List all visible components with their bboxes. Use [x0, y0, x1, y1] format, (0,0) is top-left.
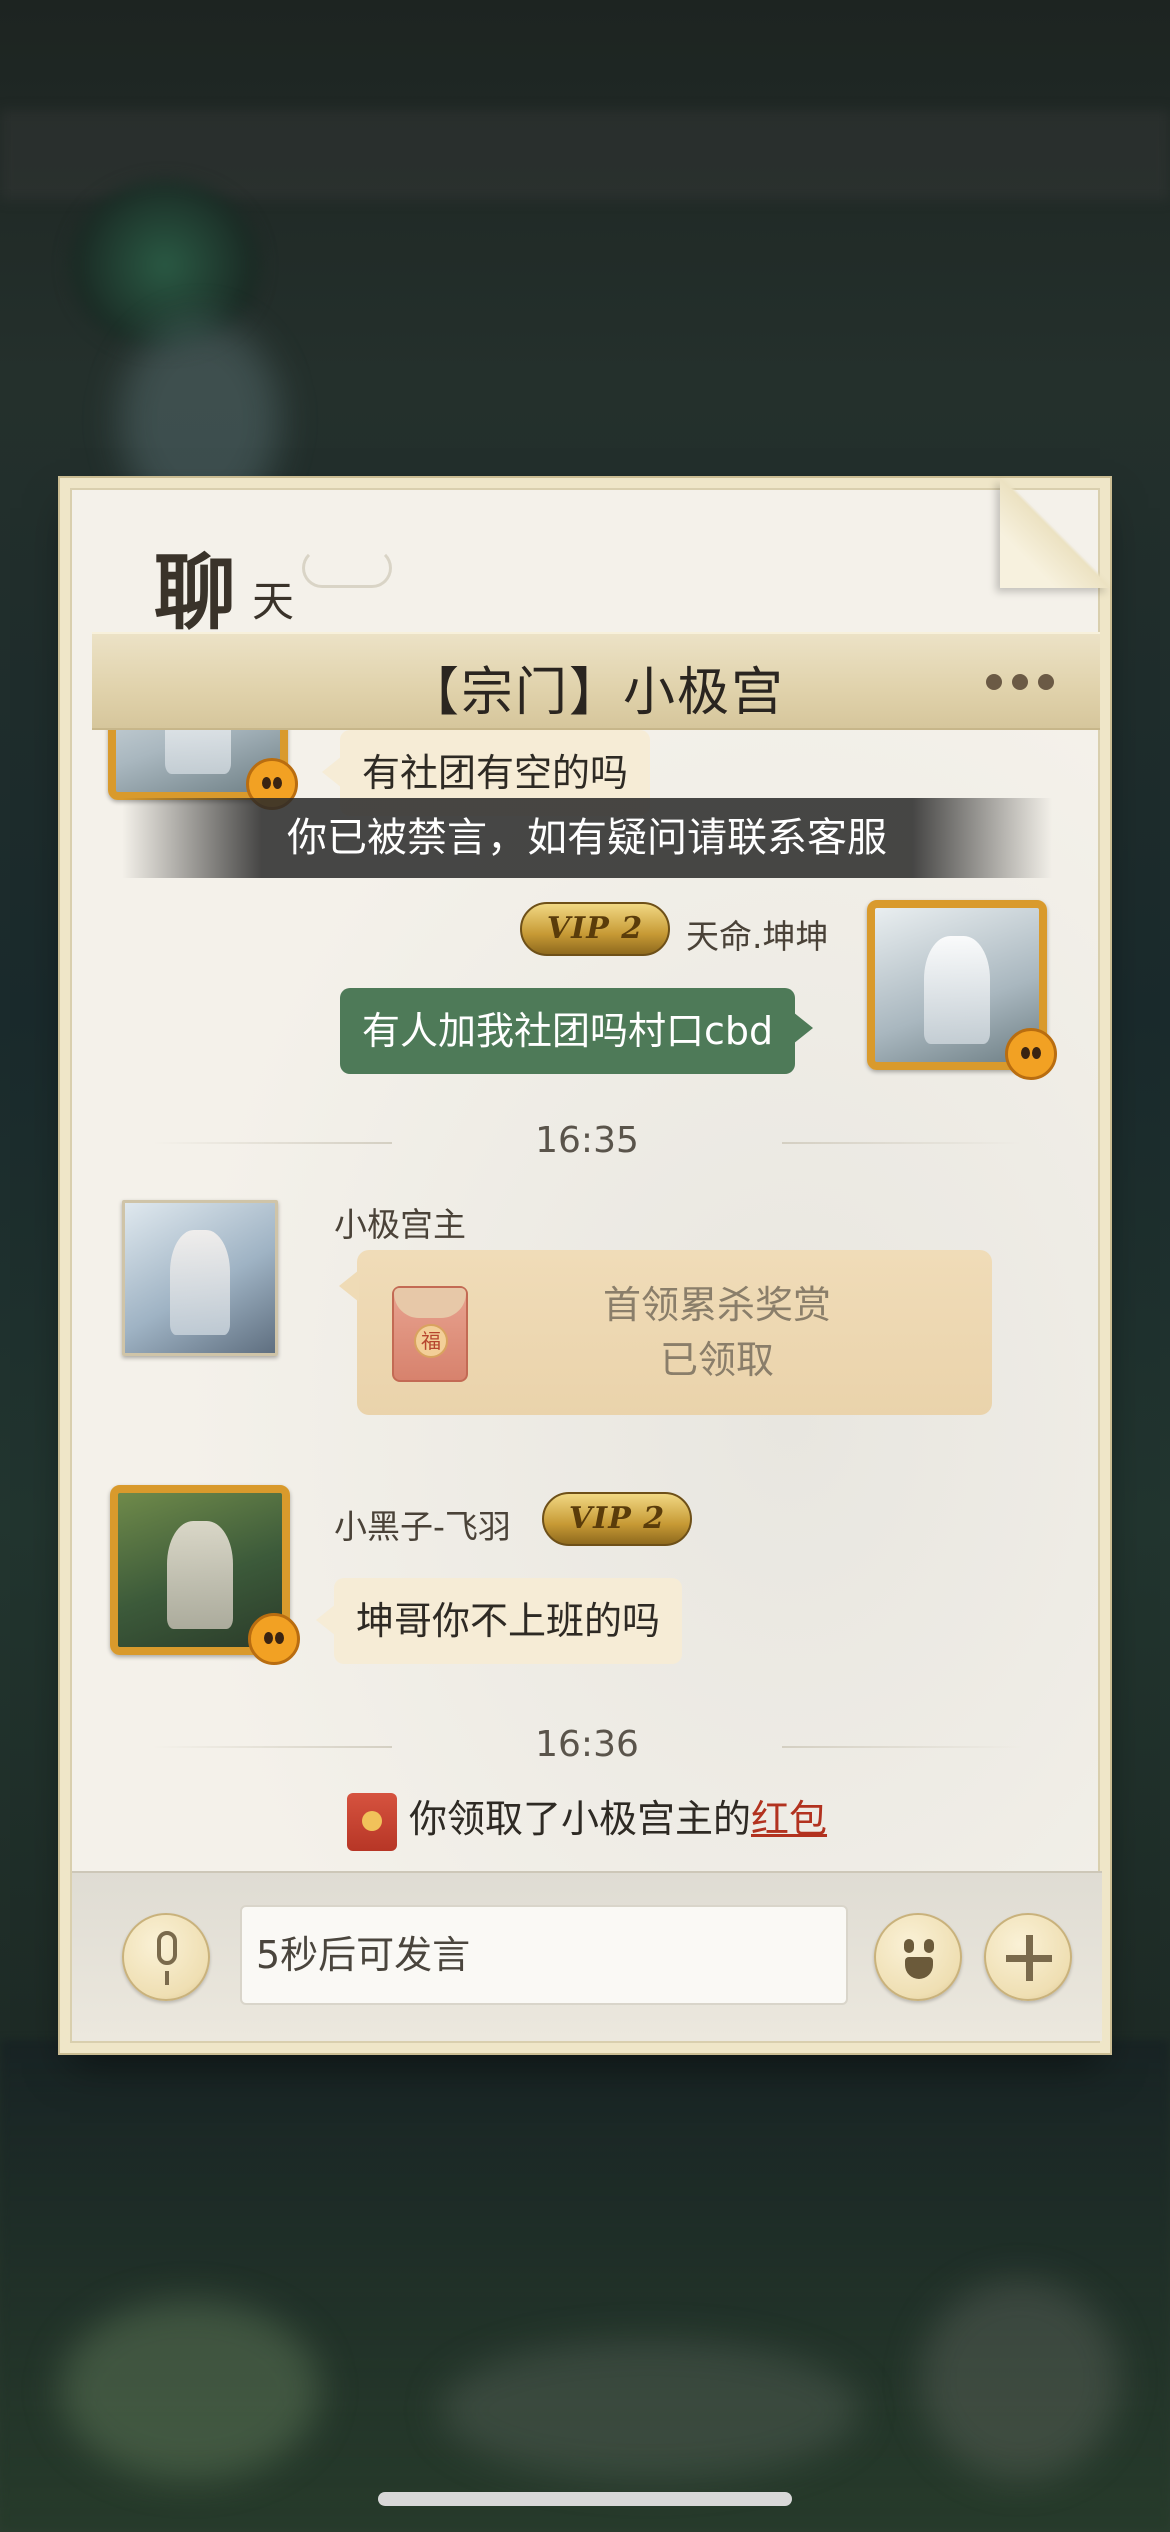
timestamp-divider: 16:36 [152, 1716, 1022, 1776]
voice-button[interactable] [122, 1913, 210, 2001]
red-packet-title: 首领累杀奖赏 [602, 1283, 831, 1327]
microphone-icon [157, 1931, 177, 1985]
cloud-decoration [302, 548, 392, 588]
sender-name: 小极宫主 [334, 1205, 466, 1244]
background-blob [440, 2340, 860, 2480]
message-input[interactable]: 5秒后可发言 [240, 1905, 848, 2005]
timestamp: 16:36 [535, 1724, 639, 1765]
sender-name: 天命.坤坤 [686, 917, 829, 956]
message-bubble: 坤哥你不上班的吗 [315, 1578, 683, 1664]
background-avatar [70, 180, 260, 350]
more-dots-icon[interactable] [980, 662, 1060, 702]
red-packet-card[interactable]: 福 首领累杀奖赏 已领取 [339, 1250, 992, 1415]
avatar[interactable] [122, 1200, 278, 1356]
chat-panel: 聊 天 【宗门】小极宫 有社团有空的吗 你已被禁言，如有疑问请联系客服 VIP … [70, 478, 1110, 2043]
emoji-button[interactable] [874, 1913, 962, 2001]
page-curl-decoration [1000, 478, 1110, 588]
self-message-bubble: 有人加我社团吗村口cbd [340, 988, 814, 1074]
background-blob [60, 2300, 320, 2480]
home-indicator[interactable] [378, 2492, 792, 2506]
emoji-face-icon [894, 1931, 944, 1983]
red-envelope-icon: 福 [392, 1286, 468, 1382]
timestamp: 16:35 [535, 1120, 639, 1161]
red-envelope-icon [346, 1792, 397, 1851]
background-blob [920, 2280, 1120, 2480]
self-avatar[interactable] [867, 900, 1057, 1080]
red-packet-link[interactable]: 红包 [751, 1797, 827, 1841]
channel-title: 【宗门】小极宫 [406, 663, 785, 723]
red-packet-status: 已领取 [659, 1338, 774, 1382]
chat-message-list[interactable]: 有社团有空的吗 你已被禁言，如有疑问请联系客服 VIP 2 天命.坤坤 有人加我… [72, 730, 1102, 1875]
plus-icon [1006, 1935, 1052, 1981]
channel-header: 【宗门】小极宫 [92, 632, 1100, 730]
mute-notice-banner: 你已被禁言，如有疑问请联系客服 [122, 798, 1052, 878]
vip-badge: VIP 2 [542, 1492, 692, 1546]
input-bar: 5秒后可发言 [72, 1871, 1102, 2041]
add-button[interactable] [984, 1913, 1072, 2001]
vip-badge: VIP 2 [520, 902, 670, 956]
red-packet-text: 首领累杀奖赏 已领取 [507, 1278, 927, 1388]
sender-name: 小黑子-飞羽 [334, 1507, 511, 1546]
system-notice: 你领取了小极宫主的红包 [72, 1788, 1102, 1858]
avatar[interactable] [110, 1485, 300, 1665]
avatar[interactable] [108, 730, 298, 810]
panel-title-sub: 天 [252, 577, 295, 626]
timestamp-divider: 16:35 [152, 1112, 1022, 1172]
panel-title: 聊 [154, 545, 241, 641]
system-notice-text: 你领取了小极宫主的 [408, 1797, 751, 1841]
